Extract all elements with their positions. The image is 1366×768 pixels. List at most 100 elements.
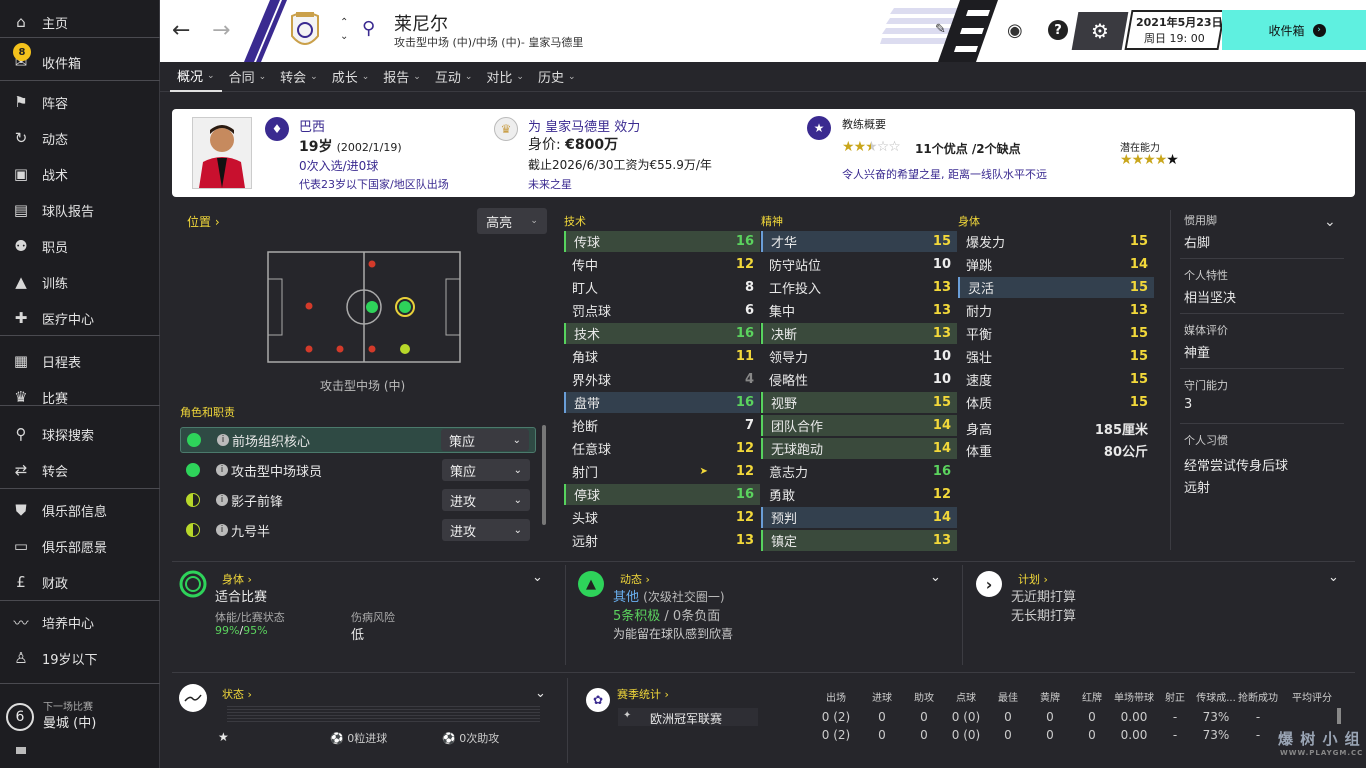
season-title[interactable]: 赛季统计 › bbox=[617, 686, 669, 702]
attribute-row[interactable]: 传中 12 bbox=[564, 254, 760, 275]
attribute-row[interactable]: 远射 13 bbox=[564, 530, 760, 551]
attribute-row[interactable]: 弹跳 14 bbox=[958, 254, 1154, 275]
attribute-row[interactable]: 灵活 15 bbox=[958, 277, 1154, 298]
attribute-row[interactable]: 爆发力 15 bbox=[958, 231, 1154, 252]
role-row[interactable]: i 影子前锋 进攻 ⌄ bbox=[180, 487, 536, 513]
info-icon[interactable]: i bbox=[216, 494, 228, 506]
form-title[interactable]: 状态 › bbox=[222, 686, 252, 702]
next-match[interactable]: 6 下一场比赛 曼城 (中) bbox=[6, 697, 156, 737]
attribute-row[interactable]: 预判 14 bbox=[761, 507, 957, 528]
inbox-button[interactable]: 收件箱 › bbox=[1222, 10, 1366, 50]
sidebar-item-16[interactable]: 〰培养中心 bbox=[0, 605, 160, 639]
fitness-title[interactable]: 身体 › bbox=[222, 571, 252, 587]
attribute-row[interactable]: 射门 ➤ 12 bbox=[564, 461, 760, 482]
duty-dropdown[interactable]: 进攻 ⌄ bbox=[442, 519, 530, 541]
sidebar-item-12[interactable]: ⇄ 转会 bbox=[0, 453, 160, 487]
attribute-row[interactable]: 无球跑动 14 bbox=[761, 438, 957, 459]
sort-arrows-icon[interactable]: ⌃ ⌄ bbox=[340, 16, 348, 44]
attribute-row[interactable]: 盯人 8 bbox=[564, 277, 760, 298]
attribute-row[interactable]: 勇敢 12 bbox=[761, 484, 957, 505]
sidebar-item-2[interactable]: ⚑ 阵容 bbox=[0, 85, 160, 119]
season-header[interactable]: 平均评分 bbox=[1286, 689, 1338, 704]
attribute-row[interactable]: 团队合作 14 bbox=[761, 415, 957, 436]
sidebar-item-0[interactable]: ⌂ 主页 bbox=[0, 5, 160, 39]
duty-dropdown[interactable]: 策应 ⌄ bbox=[442, 459, 530, 481]
season-header[interactable]: 出场 bbox=[810, 689, 862, 704]
sidebar-item-13[interactable]: ⛊ 俱乐部信息 bbox=[0, 493, 160, 527]
attribute-row[interactable]: 任意球 12 bbox=[564, 438, 760, 459]
sidebar-item-9[interactable]: ▦ 日程表 bbox=[0, 344, 160, 378]
tab-6[interactable]: 对比 ⌄ bbox=[479, 62, 531, 92]
info-icon[interactable]: i bbox=[216, 524, 228, 536]
back-arrow-icon[interactable]: ← bbox=[172, 18, 190, 43]
sidebar-item-11[interactable]: ⚲ 球探搜索 bbox=[0, 417, 160, 451]
tab-5[interactable]: 互动 ⌄ bbox=[428, 62, 480, 92]
help-icon[interactable]: ? bbox=[1048, 20, 1068, 40]
attribute-row[interactable]: 盘带 16 bbox=[564, 392, 760, 413]
form-chevron-icon[interactable]: ⌄ bbox=[535, 686, 546, 701]
fitness-chevron-icon[interactable]: ⌄ bbox=[532, 570, 543, 585]
tab-2[interactable]: 转会 ⌄ bbox=[273, 62, 325, 92]
duty-dropdown[interactable]: 进攻 ⌄ bbox=[442, 489, 530, 511]
attribute-row[interactable]: 镇定 13 bbox=[761, 530, 957, 551]
attribute-row[interactable]: 抢断 7 bbox=[564, 415, 760, 436]
competition-name[interactable]: 欧洲冠军联赛 bbox=[650, 710, 722, 727]
attribute-row[interactable]: 体质 15 bbox=[958, 392, 1154, 413]
attribute-row[interactable]: 视野 15 bbox=[761, 392, 957, 413]
attribute-row[interactable]: 侵略性 10 bbox=[761, 369, 957, 390]
plans-chevron-icon[interactable]: ⌄ bbox=[1328, 570, 1339, 585]
sidebar-item-8[interactable]: ✚ 医疗中心 bbox=[0, 301, 160, 335]
attribute-row[interactable]: 技术 16 bbox=[564, 323, 760, 344]
search-icon[interactable]: ⚲ bbox=[362, 18, 375, 39]
plans-title[interactable]: 计划 › bbox=[1018, 571, 1048, 587]
roles-scrollbar[interactable] bbox=[542, 425, 546, 525]
tab-7[interactable]: 历史 ⌄ bbox=[531, 62, 583, 92]
sidebar-item-1[interactable]: ✉ 8 收件箱 bbox=[0, 43, 160, 79]
attribute-row[interactable]: 领导力 10 bbox=[761, 346, 957, 367]
attribute-row[interactable]: 耐力 13 bbox=[958, 300, 1154, 321]
attribute-row[interactable]: 决断 13 bbox=[761, 323, 957, 344]
season-scrollbar[interactable] bbox=[1337, 708, 1341, 724]
attribute-row[interactable]: 头球 12 bbox=[564, 507, 760, 528]
tab-3[interactable]: 成长 ⌄ bbox=[325, 62, 377, 92]
forward-arrow-icon[interactable]: → bbox=[212, 18, 230, 43]
role-row[interactable]: i 九号半 进攻 ⌄ bbox=[180, 517, 536, 543]
position-title[interactable]: 位置 › bbox=[187, 213, 220, 230]
sidebar-item-6[interactable]: ⚉ 职员 bbox=[0, 229, 160, 263]
tab-4[interactable]: 报告 ⌄ bbox=[376, 62, 428, 92]
tab-0[interactable]: 概况 ⌄ bbox=[170, 62, 222, 92]
sidebar-item-7[interactable]: ▲ 训练 bbox=[0, 265, 160, 299]
attribute-row[interactable]: 界外球 4 bbox=[564, 369, 760, 390]
attribute-row[interactable]: 意志力 16 bbox=[761, 461, 957, 482]
tab-1[interactable]: 合同 ⌄ bbox=[222, 62, 274, 92]
attribute-row[interactable]: 强壮 15 bbox=[958, 346, 1154, 367]
season-header[interactable]: 抢断成功 bbox=[1232, 689, 1284, 704]
info-icon[interactable]: i bbox=[216, 464, 228, 476]
role-row[interactable]: i 攻击型中场球员 策应 ⌄ bbox=[180, 457, 536, 483]
attribute-row[interactable]: 才华 15 bbox=[761, 231, 957, 252]
dynamics-title[interactable]: 动态 › bbox=[620, 571, 650, 587]
attribute-row[interactable]: 停球 16 bbox=[564, 484, 760, 505]
role-row[interactable]: i 前场组织核心 策应 ⌄ bbox=[180, 427, 536, 453]
sidebar-item-15[interactable]: £ 财政 bbox=[0, 565, 160, 599]
attribute-row[interactable]: 传球 16 bbox=[564, 231, 760, 252]
attribute-row[interactable]: 速度 15 bbox=[958, 369, 1154, 390]
attribute-row[interactable]: 角球 11 bbox=[564, 346, 760, 367]
attribute-row[interactable]: 工作投入 13 bbox=[761, 277, 957, 298]
pencil-icon[interactable]: ✎ bbox=[935, 22, 946, 37]
sidebar-item-14[interactable]: ▭ 俱乐部愿景 bbox=[0, 529, 160, 563]
attribute-row[interactable]: 防守站位 10 bbox=[761, 254, 957, 275]
globe-icon[interactable]: ◉ bbox=[1007, 20, 1023, 41]
side-chevron-icon[interactable]: ⌄ bbox=[1324, 214, 1336, 230]
sidebar-item-3[interactable]: ↻ 动态 bbox=[0, 121, 160, 155]
attribute-row[interactable]: 罚点球 6 bbox=[564, 300, 760, 321]
sidebar-item-10[interactable]: ♛ 比赛 bbox=[0, 380, 160, 414]
dynamics-chevron-icon[interactable]: ⌄ bbox=[930, 570, 941, 585]
attribute-row[interactable]: 平衡 15 bbox=[958, 323, 1154, 344]
sidebar-item-17[interactable]: ♙ 19岁以下 bbox=[0, 641, 160, 675]
sidebar-item-5[interactable]: ▤ 球队报告 bbox=[0, 193, 160, 227]
attribute-row[interactable]: 集中 13 bbox=[761, 300, 957, 321]
sidebar-item-4[interactable]: ▣ 战术 bbox=[0, 157, 160, 191]
duty-dropdown[interactable]: 策应 ⌄ bbox=[441, 429, 529, 451]
highlight-dropdown[interactable]: 高亮 ⌄ bbox=[477, 208, 547, 234]
